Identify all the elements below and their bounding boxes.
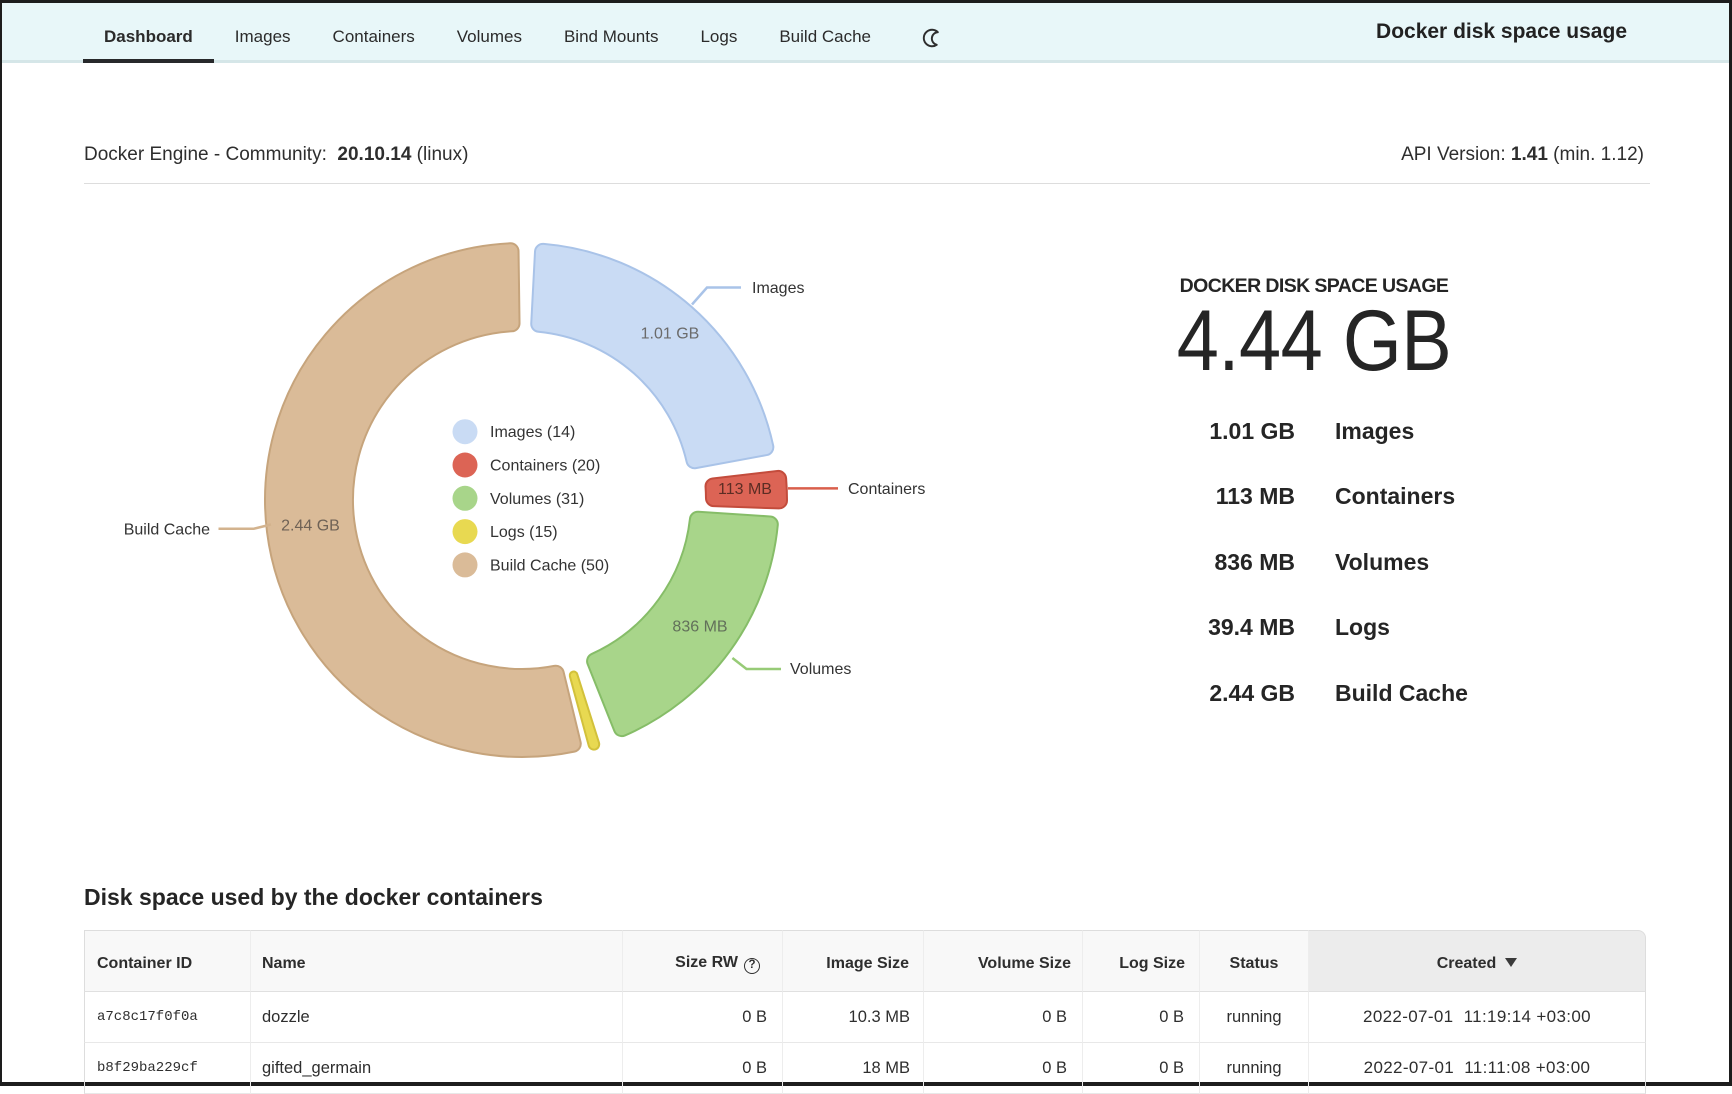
svg-text:1.01 GB: 1.01 GB bbox=[641, 326, 700, 343]
svg-text:Containers: Containers bbox=[848, 481, 925, 498]
svg-text:Containers (20): Containers (20) bbox=[490, 458, 600, 475]
svg-text:Images: Images bbox=[752, 280, 804, 297]
svg-text:2.44 GB: 2.44 GB bbox=[281, 518, 340, 535]
svg-text:Logs (15): Logs (15) bbox=[490, 524, 558, 541]
svg-text:Build Cache (50): Build Cache (50) bbox=[490, 557, 609, 574]
svg-text:Images (14): Images (14) bbox=[490, 424, 575, 441]
svg-text:836 MB: 836 MB bbox=[672, 619, 727, 636]
svg-text:Volumes (31): Volumes (31) bbox=[490, 491, 584, 508]
svg-text:Build Cache: Build Cache bbox=[124, 522, 210, 539]
svg-text:Volumes: Volumes bbox=[790, 661, 851, 678]
svg-text:113 MB: 113 MB bbox=[718, 481, 772, 498]
